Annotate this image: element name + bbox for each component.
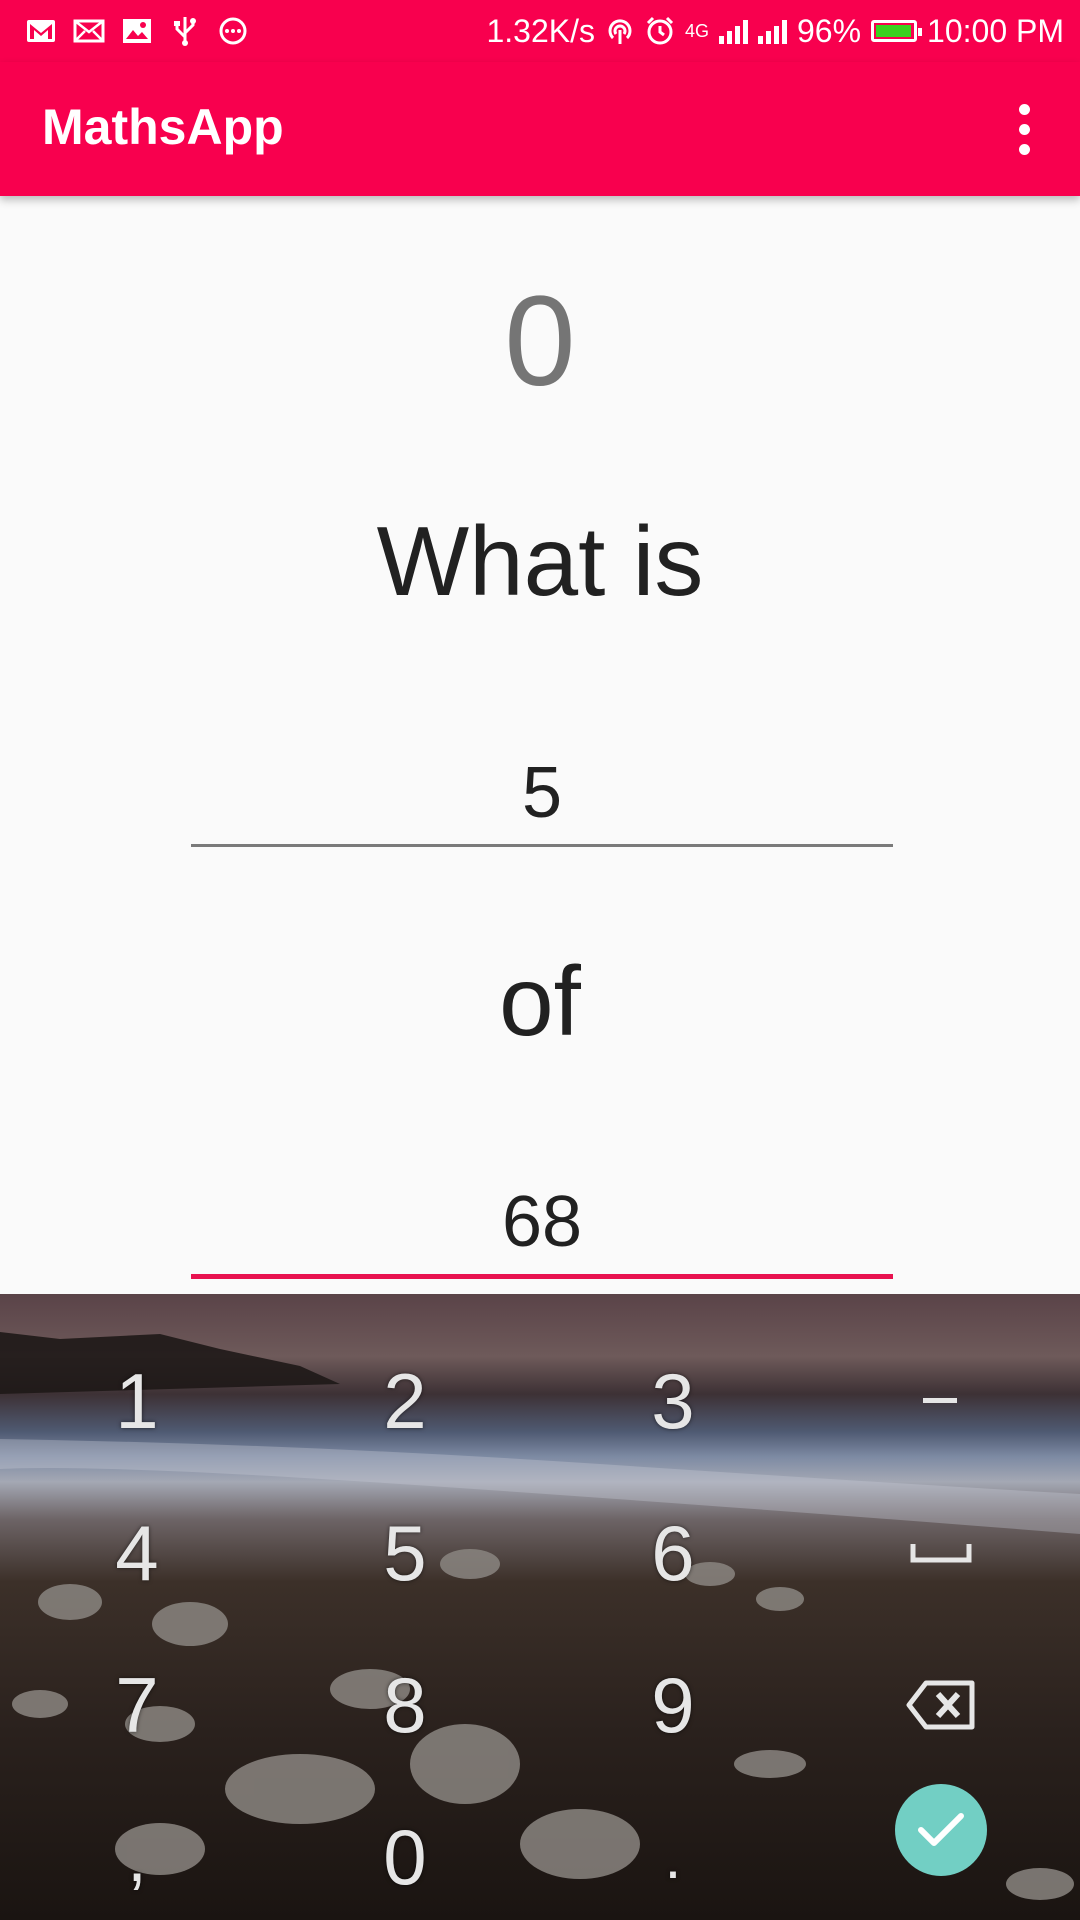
battery-icon — [871, 20, 923, 42]
status-indicators: 1.32K/s 4G 96% 10:00 PM — [486, 0, 1064, 62]
operand2-input[interactable] — [191, 1170, 893, 1279]
status-bar: 1.32K/s 4G 96% 10:00 PM — [0, 0, 1080, 62]
signal-icon — [757, 18, 787, 44]
image-icon — [120, 16, 154, 46]
battery-level — [876, 25, 912, 37]
app-bar: MathsApp — [0, 62, 1080, 196]
question-label: What is — [376, 506, 704, 616]
alarm-icon — [646, 16, 674, 45]
backspace-icon — [906, 1680, 975, 1730]
key-1[interactable]: 1 — [47, 1326, 227, 1476]
clock: 10:00 PM — [927, 12, 1064, 49]
network-type: 4G — [684, 20, 709, 41]
key-minus[interactable] — [851, 1326, 1031, 1476]
enter-button[interactable] — [895, 1784, 987, 1876]
app-title: MathsApp — [42, 99, 284, 155]
space-icon — [910, 1544, 972, 1563]
key-backspace[interactable] — [851, 1630, 1031, 1780]
key-3[interactable]: 3 — [583, 1326, 763, 1476]
key-7[interactable]: 7 — [47, 1630, 227, 1780]
key-8[interactable]: 8 — [315, 1630, 495, 1780]
key-0[interactable]: 0 — [315, 1782, 495, 1920]
of-label: of — [499, 946, 581, 1056]
operand1-input[interactable] — [191, 742, 893, 847]
key-9[interactable]: 9 — [583, 1630, 763, 1780]
gmail-icon — [24, 16, 58, 46]
mail-icon — [72, 16, 106, 46]
battery-percent: 96% — [796, 12, 862, 49]
signal-icon — [718, 18, 748, 44]
key-2[interactable]: 2 — [315, 1326, 495, 1476]
usb-icon — [168, 16, 202, 46]
overflow-menu-icon[interactable] — [992, 92, 1056, 166]
key-4[interactable]: 4 — [47, 1478, 227, 1628]
numeric-keyboard: 1 2 3 4 5 6 7 8 9 , 0 . — [0, 1294, 1080, 1920]
check-icon — [918, 1813, 964, 1846]
key-dot[interactable]: . — [583, 1782, 763, 1920]
key-5[interactable]: 5 — [315, 1478, 495, 1628]
notification-icons — [24, 12, 250, 50]
score-display: 0 — [504, 270, 576, 413]
minus-icon — [923, 1398, 957, 1403]
key-6[interactable]: 6 — [583, 1478, 763, 1628]
hotspot-icon — [608, 19, 632, 44]
network-speed: 1.32K/s — [486, 12, 595, 49]
more-notifications-icon — [216, 16, 250, 46]
key-comma[interactable]: , — [47, 1782, 227, 1920]
key-space[interactable] — [851, 1478, 1031, 1628]
